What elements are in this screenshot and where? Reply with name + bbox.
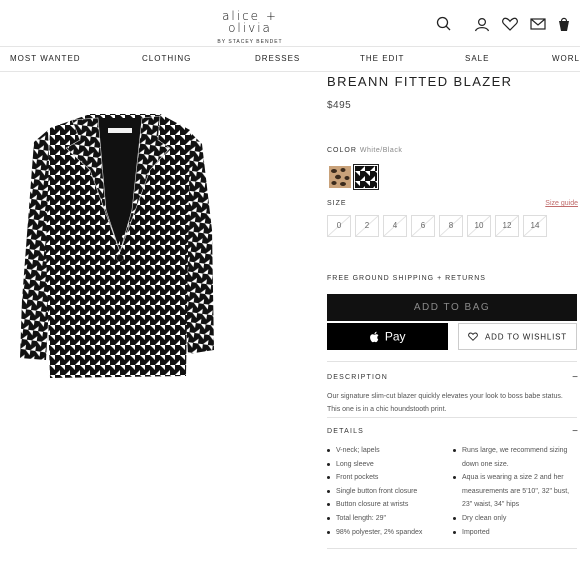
add-to-wishlist-button[interactable]: ADD TO WISHLIST <box>458 323 577 350</box>
size-option-label: 4 <box>392 221 398 230</box>
size-label: SIZE <box>327 200 347 207</box>
details-heading[interactable]: DETAILS <box>327 428 364 435</box>
bag-icon[interactable] <box>554 14 574 34</box>
size-option[interactable]: 8 <box>439 215 463 237</box>
heart-icon[interactable] <box>500 14 520 34</box>
account-icon[interactable] <box>472 14 492 34</box>
swatch-leopard[interactable] <box>329 166 351 188</box>
brand-logo[interactable]: alice + olivia BY STACEY BENDET <box>200 10 300 45</box>
detail-item: 98% polyester, 2% spandex <box>327 526 449 540</box>
size-option-label: 8 <box>448 221 454 230</box>
product-image[interactable] <box>10 100 225 390</box>
size-option-label: 2 <box>364 221 370 230</box>
size-option[interactable]: 0 <box>327 215 351 237</box>
details-collapse-toggle[interactable]: − <box>572 427 578 437</box>
size-option[interactable]: 4 <box>383 215 407 237</box>
divider <box>327 361 577 362</box>
swatch-houndstooth[interactable] <box>353 164 379 190</box>
add-to-bag-button[interactable]: ADD TO BAG <box>327 294 577 321</box>
logo-text: alice + olivia <box>222 9 278 35</box>
product-title: BREANN FITTED BLAZER <box>327 74 513 89</box>
site-header: alice + olivia BY STACEY BENDET <box>0 0 580 46</box>
nav-item-clothing[interactable]: CLOTHING <box>142 54 191 63</box>
heart-icon <box>468 332 478 342</box>
detail-item: Aqua is wearing a size 2 and her measure… <box>453 471 577 512</box>
nav-item-world[interactable]: WORLD <box>552 54 580 63</box>
size-option-label: 10 <box>474 221 484 230</box>
size-option-label: 12 <box>502 221 512 230</box>
apple-pay-label: Pay <box>384 329 406 344</box>
size-option-label: 6 <box>420 221 426 230</box>
description-collapse-toggle[interactable]: − <box>572 373 578 383</box>
color-label: COLOR White/Black <box>327 147 402 154</box>
detail-item: Single button front closure <box>327 485 449 499</box>
search-icon[interactable] <box>434 14 454 34</box>
detail-item: Button closure at wrists <box>327 498 449 512</box>
size-option[interactable]: 10 <box>467 215 491 237</box>
mail-icon[interactable] <box>528 14 548 34</box>
main-nav: MOST WANTED CLOTHING DRESSES THE EDIT SA… <box>0 46 580 72</box>
size-option[interactable]: 6 <box>411 215 435 237</box>
detail-item: V-neck; lapels <box>327 444 449 458</box>
color-value: White/Black <box>359 147 403 154</box>
shipping-note: FREE GROUND SHIPPING + RETURNS <box>327 275 486 282</box>
divider <box>327 417 577 418</box>
size-guide-link[interactable]: Size guide <box>545 200 578 207</box>
size-option-label: 0 <box>336 221 342 230</box>
size-option[interactable]: 12 <box>495 215 519 237</box>
nav-item-most-wanted[interactable]: MOST WANTED <box>10 54 81 63</box>
logo-subtitle: BY STACEY BENDET <box>217 39 283 45</box>
wishlist-label: ADD TO WISHLIST <box>485 332 567 342</box>
size-option-label: 14 <box>530 221 540 230</box>
description-heading[interactable]: DESCRIPTION <box>327 374 388 381</box>
divider <box>327 548 577 549</box>
detail-item: Dry clean only <box>453 512 577 526</box>
product-price: $495 <box>327 100 352 111</box>
nav-item-sale[interactable]: SALE <box>465 54 489 63</box>
details-list-right: Runs large, we recommend sizing down one… <box>453 444 577 539</box>
size-option[interactable]: 14 <box>523 215 547 237</box>
nav-item-dresses[interactable]: DRESSES <box>255 54 300 63</box>
detail-item: Total length: 29" <box>327 512 449 526</box>
details-list-left: V-neck; lapels Long sleeve Front pockets… <box>327 444 449 539</box>
color-label-text: COLOR <box>327 147 357 154</box>
apple-icon <box>369 331 379 343</box>
detail-item: Runs large, we recommend sizing down one… <box>453 444 577 471</box>
nav-item-the-edit[interactable]: THE EDIT <box>360 54 404 63</box>
apple-pay-button[interactable]: Pay <box>327 323 448 350</box>
description-text: Our signature slim-cut blazer quickly el… <box>327 393 563 413</box>
size-selector: 0 2 4 6 8 10 12 14 <box>327 215 580 237</box>
detail-item: Imported <box>453 526 577 540</box>
detail-item: Long sleeve <box>327 458 449 472</box>
detail-item: Front pockets <box>327 471 449 485</box>
size-option[interactable]: 2 <box>355 215 379 237</box>
